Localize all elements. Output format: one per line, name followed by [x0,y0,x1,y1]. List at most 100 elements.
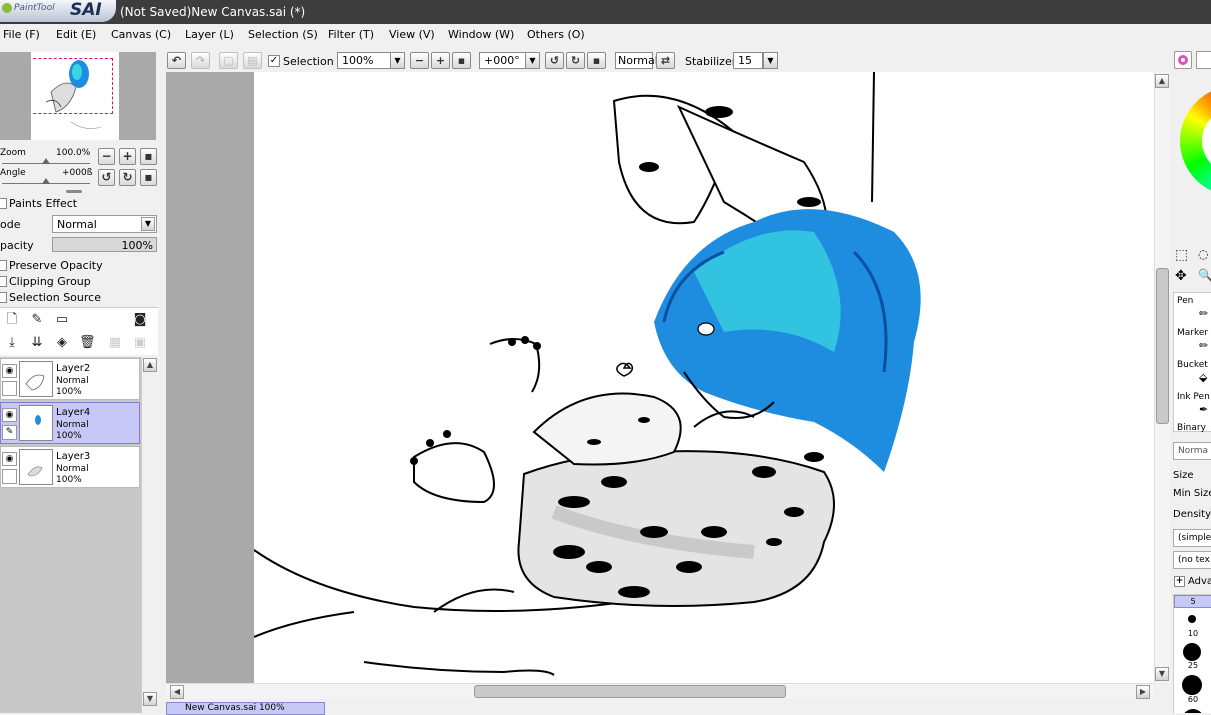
zoom-in-button[interactable]: + [119,148,136,165]
zoom-out-button[interactable]: − [98,148,115,165]
vertical-scroll-thumb[interactable] [1156,268,1169,424]
layer-item-layer2[interactable]: ◉ Layer2 Normal 100% [0,358,140,400]
layer-lock-slot[interactable] [2,381,17,396]
canvas-tab[interactable]: New Canvas.sai 100% [166,702,325,715]
canvas-vertical-scrollbar[interactable]: ▲ ▼ [1154,72,1170,683]
toolbar-rotate-left-button[interactable]: ↺ [545,52,564,69]
angle-field[interactable]: +000° [479,52,529,69]
tool-bucket[interactable]: Bucket [1177,360,1208,370]
zoom-tool-icon[interactable]: 🔍 [1198,268,1211,282]
new-layer-icon[interactable]: 🗋 [4,312,20,328]
layer-list-scrollbar[interactable]: ▲ ▼ [141,357,158,713]
canvas[interactable] [253,72,1154,683]
layer-mask-icon[interactable]: ◙ [132,312,148,328]
lasso-icon[interactable]: ◌ [1198,247,1208,261]
tool-marker[interactable]: Marker [1177,328,1208,338]
color-square[interactable] [1202,108,1211,174]
menu-canvas[interactable]: Canvas (C) [111,28,171,41]
undo-button[interactable]: ↶ [167,52,186,69]
panel-splitter-handle[interactable] [66,190,82,193]
eye-icon[interactable]: ◉ [2,452,17,466]
rotate-reset-button[interactable]: ▪ [140,169,157,186]
eye-icon[interactable]: ◉ [2,408,17,422]
paints-effect-checkbox[interactable] [0,198,7,209]
expand-plus-icon[interactable]: + [1174,576,1185,587]
horizontal-scroll-thumb[interactable] [474,685,786,698]
brush-texture-select[interactable]: (no tex [1173,551,1211,569]
brush-dot-icon[interactable] [1182,709,1204,713]
brush-dot-icon[interactable] [1188,615,1196,623]
menu-view[interactable]: View (V) [389,28,435,41]
toolbar-rotate-reset-button[interactable]: ▪ [587,52,606,69]
rect-select-icon[interactable]: ⬚ [1175,247,1188,263]
advanced-settings-label[interactable]: Adva [1188,576,1211,587]
color-slider-tab-icon[interactable] [1196,51,1211,69]
zoom-reset-button[interactable]: ▪ [140,148,157,165]
color-wheel[interactable] [1180,86,1211,196]
menu-edit[interactable]: Edit (E) [56,28,96,41]
canvas-horizontal-scrollbar[interactable]: ◀ ▶ [166,683,1154,699]
selection-checkbox[interactable]: ✓ [268,55,280,67]
canvas-area[interactable] [166,72,1154,683]
rotate-left-button[interactable]: ↺ [98,169,115,186]
menu-selection[interactable]: Selection (S) [248,28,318,41]
move-icon[interactable]: ✥ [1175,268,1187,284]
layer-lock-slot[interactable] [2,469,17,484]
navigator[interactable] [0,52,156,140]
navigator-view-frame[interactable] [31,58,113,114]
chevron-down-icon[interactable]: ▼ [390,52,405,69]
zoom-field[interactable]: 100% [337,52,394,69]
brush-dot-icon[interactable] [1182,675,1202,695]
clear-layer-icon[interactable]: ◈ [54,335,70,351]
brush-mode-select[interactable]: Norma [1173,442,1211,460]
redo-button[interactable]: ↷ [191,52,210,69]
trash-icon[interactable]: 🗑 [79,335,96,351]
deselect-button[interactable]: ▢ [219,52,238,69]
new-linework-layer-icon[interactable]: ✎ [29,312,45,328]
invert-selection-button[interactable]: ▤ [243,52,262,69]
preserve-opacity-checkbox[interactable] [0,260,7,271]
rotate-right-button[interactable]: ↻ [119,169,136,186]
menu-file[interactable]: File (F) [3,28,40,41]
scroll-right-icon[interactable]: ▶ [1136,685,1150,699]
merge-down-icon[interactable]: ⇊ [29,335,45,351]
new-folder-icon[interactable]: ▭ [54,312,70,328]
clipping-group-checkbox[interactable] [0,276,7,287]
flip-horizontal-button[interactable]: ⇄ [656,52,675,69]
stabilizer-field[interactable]: 15 [733,52,763,69]
eye-icon[interactable]: ◉ [2,364,17,378]
layer-item-layer4[interactable]: ◉ ✎ Layer4 Normal 100% [0,402,140,444]
angle-slider-thumb[interactable] [42,178,50,184]
menu-window[interactable]: Window (W) [448,28,514,41]
toolbar-rotate-right-button[interactable]: ↻ [566,52,585,69]
chevron-down-icon[interactable]: ▼ [141,217,155,231]
layer-item-layer3[interactable]: ◉ Layer3 Normal 100% [0,446,140,488]
scroll-down-icon[interactable]: ▼ [1155,667,1169,681]
brush-dot-icon[interactable] [1183,643,1201,661]
toolbar-zoom-out-button[interactable]: − [410,52,429,69]
brush-shape-select[interactable]: (simple [1173,529,1211,547]
tool-pen[interactable]: Pen [1177,296,1193,306]
menu-filter[interactable]: Filter (T) [328,28,374,41]
selection-source-checkbox[interactable] [0,292,7,303]
scroll-left-icon[interactable]: ◀ [170,685,184,699]
opacity-slider[interactable]: 100% [52,237,157,252]
menu-layer[interactable]: Layer (L) [185,28,234,41]
layer-mode: Normal [56,420,89,430]
tool-ink-pen[interactable]: Ink Pen [1177,392,1210,402]
chevron-down-icon[interactable]: ▼ [763,52,778,69]
brush-icon[interactable]: ✎ [2,425,17,440]
chevron-down-icon[interactable]: ▼ [525,52,540,69]
scroll-up-icon[interactable]: ▲ [143,358,157,372]
blend-mode-select[interactable]: Normal ▼ [52,215,157,233]
toolbar-zoom-reset-button[interactable]: ▪ [452,52,471,69]
tool-binary[interactable]: Binary [1177,423,1206,433]
scroll-up-icon[interactable]: ▲ [1155,74,1169,88]
toolbar-zoom-in-button[interactable]: + [431,52,450,69]
scroll-down-icon[interactable]: ▼ [143,692,157,706]
color-wheel-tab-icon[interactable] [1174,51,1192,69]
zoom-slider-thumb[interactable] [42,158,50,164]
menu-others[interactable]: Others (O) [527,28,585,41]
transfer-down-icon[interactable]: ⤓ [4,335,20,351]
view-mode-field[interactable]: Normal [615,52,658,69]
